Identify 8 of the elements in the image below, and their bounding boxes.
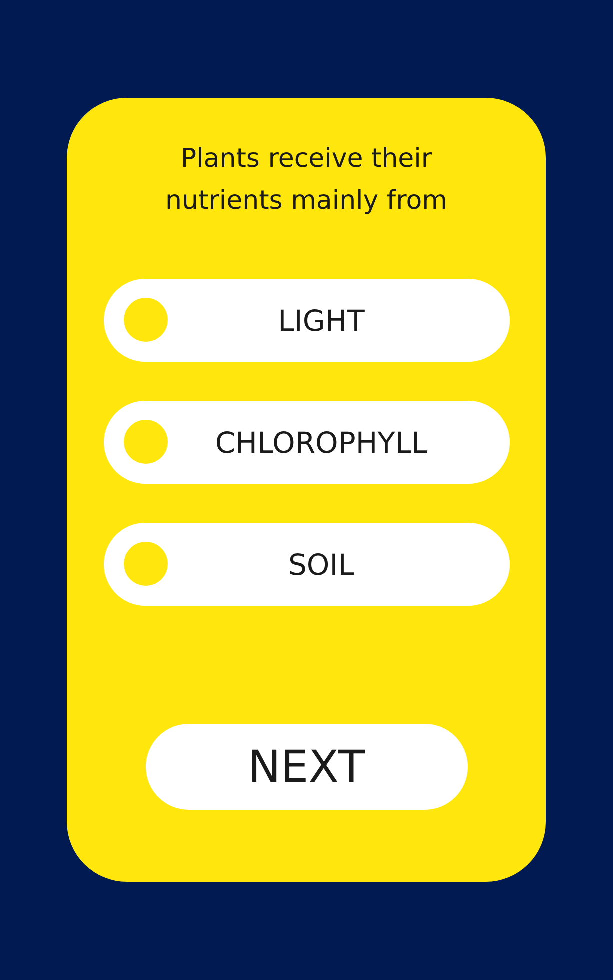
answer-option[interactable]: SOIL bbox=[104, 523, 510, 606]
radio-button[interactable] bbox=[124, 298, 168, 342]
answer-option[interactable]: CHLOROPHYLL bbox=[104, 401, 510, 484]
radio-button[interactable] bbox=[124, 420, 168, 464]
next-button[interactable]: NEXT bbox=[146, 724, 468, 810]
radio-button[interactable] bbox=[124, 542, 168, 586]
answer-option[interactable]: LIGHT bbox=[104, 279, 510, 362]
question-text: Plants receive their nutrients mainly from bbox=[164, 143, 448, 218]
